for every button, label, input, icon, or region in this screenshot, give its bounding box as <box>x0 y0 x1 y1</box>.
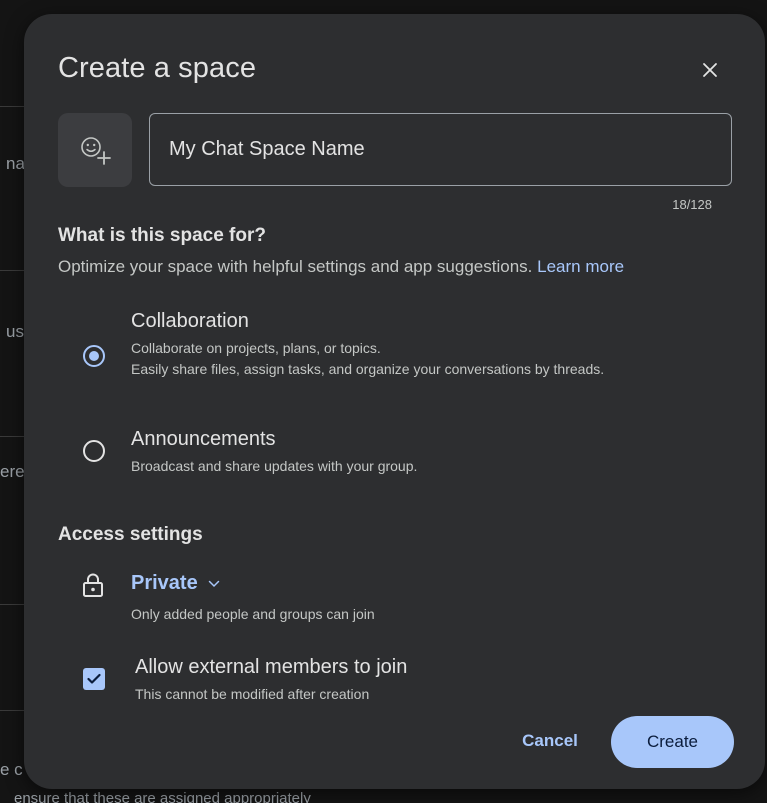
option-description-announcements: Broadcast and share updates with your gr… <box>131 456 671 477</box>
background-text: na <box>6 154 25 173</box>
cancel-button[interactable]: Cancel <box>502 716 598 766</box>
visibility-dropdown[interactable]: Private <box>131 572 220 595</box>
visibility-label: Private <box>131 572 198 594</box>
option-title-collaboration: Collaboration <box>131 310 249 332</box>
purpose-heading: What is this space for? <box>58 225 266 246</box>
space-name-input[interactable] <box>169 114 709 185</box>
chevron-down-icon <box>208 580 219 587</box>
allow-external-note: This cannot be modified after creation <box>135 686 370 702</box>
add-emoji-icon <box>81 137 111 165</box>
character-counter: 18/128 <box>672 197 712 212</box>
background-text: us <box>6 322 24 341</box>
radio-collaboration[interactable] <box>83 345 105 367</box>
learn-more-link[interactable]: Learn more <box>537 257 624 276</box>
visibility-description: Only added people and groups can join <box>131 606 375 622</box>
background-text: e c <box>0 760 23 779</box>
option-description-line: Easily share files, assign tasks, and or… <box>131 361 605 377</box>
access-settings-heading: Access settings <box>58 524 203 545</box>
dialog-title: Create a space <box>58 52 257 84</box>
option-description-collaboration: Collaborate on projects, plans, or topic… <box>131 338 671 380</box>
close-icon <box>703 63 717 77</box>
background-text: ensure that these are assigned appropria… <box>14 790 311 803</box>
check-icon <box>87 673 101 684</box>
option-description-line: Broadcast and share updates with your gr… <box>131 458 418 474</box>
allow-external-label: Allow external members to join <box>135 656 408 678</box>
lock-icon <box>83 573 103 597</box>
option-title-announcements: Announcements <box>131 428 276 450</box>
allow-external-checkbox[interactable] <box>83 668 105 690</box>
create-button[interactable]: Create <box>611 716 734 768</box>
space-name-field <box>149 113 732 186</box>
option-description-line: Collaborate on projects, plans, or topic… <box>131 340 381 356</box>
radio-announcements[interactable] <box>83 440 105 462</box>
purpose-description: Optimize your space with helpful setting… <box>58 257 624 277</box>
purpose-description-text: Optimize your space with helpful setting… <box>58 257 533 276</box>
background-text: ere <box>0 462 25 481</box>
close-button[interactable] <box>696 56 724 84</box>
add-emoji-button[interactable] <box>58 113 132 187</box>
create-space-dialog: Create a space 18/128 What is this space… <box>24 14 765 789</box>
